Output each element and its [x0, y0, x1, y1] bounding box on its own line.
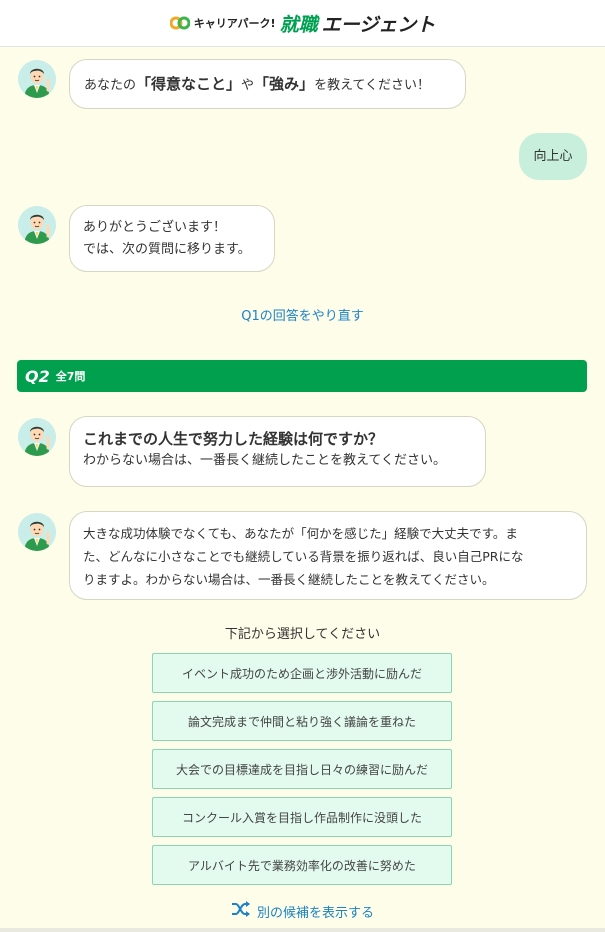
answer-option[interactable]: アルバイト先で業務効率化の改善に努めた: [152, 845, 452, 885]
question-title: これまでの人生で努力した経験は何ですか？: [83, 430, 384, 448]
answer-option[interactable]: 論文完成まで仲間と粘り強く議論を重ねた: [152, 701, 452, 741]
agent-message-2: ありがとうございます！ では、次の質問に移ります。: [69, 205, 275, 272]
logo[interactable]: キャリアパーク! 就職 エージェント: [169, 10, 436, 37]
footer-edge: [0, 928, 605, 932]
logo-text-shushoku: 就職: [279, 13, 318, 36]
user-reply-text: 向上心: [533, 148, 573, 164]
question-header-bar: Q2 全7問: [17, 360, 587, 392]
agent-avatar-icon: [18, 418, 56, 456]
msg1-prefix: あなたの: [84, 78, 137, 93]
msg4-line1: 大きな成功体験でなくても、あなたが「何かを感じた」経験で大丈夫です。ま: [83, 526, 518, 541]
show-other-candidates-link[interactable]: 別の候補を表示する: [0, 901, 605, 921]
question-total: 全7問: [55, 370, 86, 383]
shuffle-icon: [231, 901, 251, 921]
msg1-mid: や: [241, 78, 255, 93]
msg2-line1: ありがとうございます！: [83, 220, 227, 235]
app-header: キャリアパーク! 就職 エージェント: [0, 0, 605, 47]
logo-text-careerpark: キャリアパーク!: [193, 17, 276, 30]
msg4-line2: た、どんなに小さなことでも継続している背景を振り返れば、良い自己PRにな: [83, 549, 524, 564]
show-more-label: 別の候補を表示する: [256, 905, 374, 921]
question-subtext: わからない場合は、一番長く継続したことを教えてください。: [83, 453, 446, 468]
logo-text-agent: エージェント: [321, 13, 436, 36]
redo-q1-link[interactable]: Q1の回答をやり直す: [0, 305, 605, 324]
co-logo-icon: [169, 16, 190, 30]
agent-message-4: 大きな成功体験でなくても、あなたが「何かを感じた」経験で大丈夫です。ま た、どん…: [69, 511, 587, 600]
agent-avatar-icon: [18, 206, 56, 244]
agent-avatar-icon: [18, 513, 56, 551]
select-prompt: 下記から選択してください: [224, 627, 381, 642]
agent-message-1: あなたの「得意なこと」や「強み」を教えてください！: [69, 59, 466, 109]
answer-option[interactable]: イベント成功のため企画と渉外活動に励んだ: [152, 653, 452, 693]
answer-option[interactable]: コンクール入賞を目指し作品制作に没頭した: [152, 797, 452, 837]
msg1-bold-power: 「強み」: [254, 75, 315, 93]
agent-avatar-icon: [18, 60, 56, 98]
msg4-line3: りますよ。わからない場合は、一番長く継続したことを教えてください。: [83, 572, 495, 587]
msg1-bold-strength: 「得意なこと」: [136, 75, 242, 93]
agent-message-3: これまでの人生で努力した経験は何ですか？ わからない場合は、一番長く継続したこと…: [69, 416, 486, 487]
msg2-line2: では、次の質問に移ります。: [83, 242, 251, 257]
user-message: 向上心: [519, 133, 587, 180]
answer-option[interactable]: 大会での目標達成を目指し日々の練習に励んだ: [152, 749, 452, 789]
msg1-suffix: を教えてください！: [314, 78, 431, 93]
question-number: Q2: [25, 366, 50, 386]
